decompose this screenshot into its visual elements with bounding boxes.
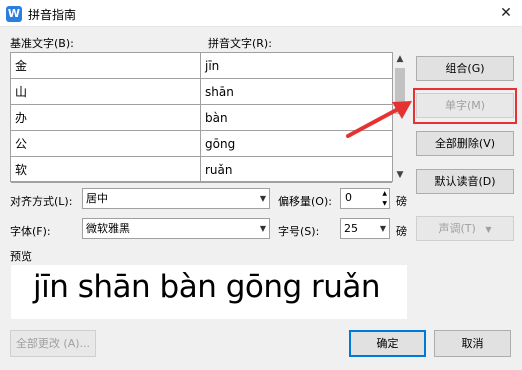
- offset-unit: 磅: [396, 195, 407, 208]
- base-cell[interactable]: 软: [11, 157, 201, 183]
- delete-all-button[interactable]: 全部删除(V): [416, 131, 514, 156]
- pinyin-cell[interactable]: ruǎn: [201, 157, 392, 183]
- offset-spinner[interactable]: 0 ▲ ▼: [340, 188, 390, 209]
- chevron-down-icon: ▼: [259, 194, 266, 203]
- font-select[interactable]: 微软雅黑 ▼: [82, 218, 270, 239]
- tone-button[interactable]: 声调(T) ▼: [416, 216, 514, 241]
- ok-button[interactable]: 确定: [349, 330, 426, 357]
- size-select[interactable]: 25 ▼: [340, 218, 390, 239]
- base-text-header: 基准文字(B):: [10, 37, 74, 50]
- base-cell[interactable]: 公: [11, 131, 201, 157]
- cancel-button[interactable]: 取消: [434, 330, 511, 357]
- highlight-box: [413, 88, 517, 124]
- pinyin-grid: 金 jīn 山 shān 办 bàn 公 gōng 软 ruǎn: [10, 52, 393, 183]
- base-cell[interactable]: 山: [11, 79, 201, 105]
- chevron-down-icon: ▼: [379, 224, 386, 233]
- change-all-button[interactable]: 全部更改 (A)...: [10, 330, 96, 357]
- font-label: 字体(F):: [10, 225, 51, 238]
- spin-up-icon[interactable]: ▲: [382, 189, 387, 198]
- base-cell[interactable]: 办: [11, 105, 201, 131]
- offset-label: 偏移量(O):: [278, 195, 332, 208]
- offset-value: 0: [345, 191, 352, 204]
- preview-label: 预览: [10, 250, 32, 263]
- scroll-up-icon[interactable]: ▲: [393, 52, 407, 66]
- red-arrow-icon: [346, 101, 412, 138]
- preview-area: jīn shān bàn gōng ruǎn: [11, 265, 407, 319]
- default-reading-button[interactable]: 默认读音(D): [416, 169, 514, 194]
- wps-app-icon: W: [6, 6, 22, 22]
- chevron-down-icon: ▼: [259, 224, 266, 233]
- align-select[interactable]: 居中 ▼: [82, 188, 270, 209]
- font-value: 微软雅黑: [86, 222, 130, 235]
- chevron-down-icon: ▼: [485, 225, 492, 234]
- align-value: 居中: [86, 192, 108, 205]
- size-value: 25: [344, 222, 358, 235]
- title-bar: W 拼音指南 ✕: [0, 0, 522, 27]
- spin-down-icon[interactable]: ▼: [382, 199, 387, 208]
- pinyin-cell[interactable]: jīn: [201, 53, 392, 79]
- window-title: 拼音指南: [28, 8, 77, 22]
- combine-button[interactable]: 组合(G): [416, 56, 514, 81]
- align-label: 对齐方式(L):: [10, 195, 73, 208]
- size-label: 字号(S):: [278, 225, 320, 238]
- base-cell[interactable]: 金: [11, 53, 201, 79]
- close-icon[interactable]: ✕: [496, 3, 516, 23]
- size-unit: 磅: [396, 225, 407, 238]
- pinyin-text-header: 拼音文字(R):: [208, 37, 272, 50]
- scroll-down-icon[interactable]: ▼: [393, 168, 407, 182]
- tone-button-label: 声调(T): [438, 222, 476, 235]
- preview-text: jīn shān bàn gōng ruǎn: [33, 269, 381, 305]
